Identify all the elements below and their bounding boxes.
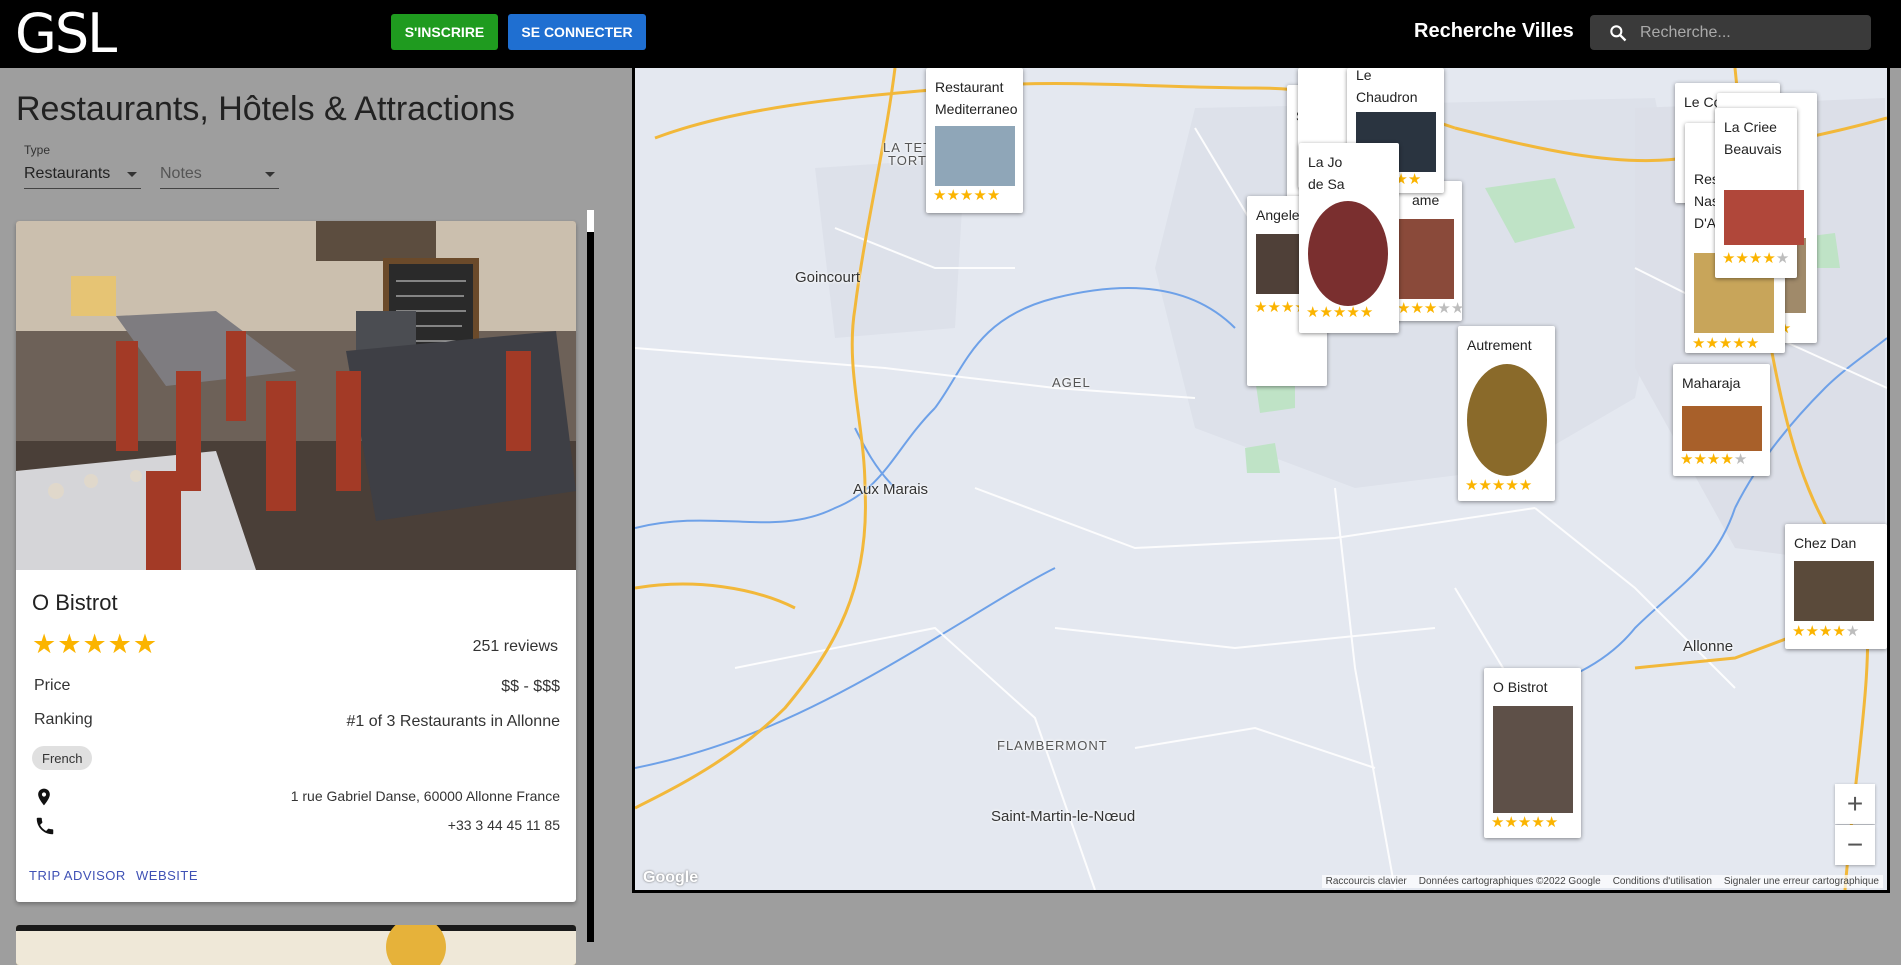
map-place-label: Aux Marais <box>853 481 929 498</box>
tripadvisor-link[interactable]: TRIP ADVISOR <box>29 868 126 883</box>
star-icon: ★ <box>57 629 83 659</box>
type-select[interactable]: Restaurants <box>24 160 141 189</box>
map-attribution: Raccourcis clavier Données cartographiqu… <box>1321 875 1883 888</box>
map-place-label: TORT <box>888 153 927 168</box>
zoom-out-button[interactable]: − <box>1835 825 1875 865</box>
map-place-label: Saint-Martin-le-Nœud <box>991 808 1136 825</box>
website-link[interactable]: WEBSITE <box>136 868 198 883</box>
review-count: 251 reviews <box>472 638 558 655</box>
star-icon: ★ <box>107 629 133 659</box>
marker-name: Chez Dan <box>1794 535 1857 551</box>
marker-name: Chaudron <box>1356 89 1418 105</box>
marker-name: de Sa <box>1308 176 1345 192</box>
zoom-in-button[interactable]: + <box>1835 784 1875 824</box>
marker-name: Angele <box>1256 207 1300 223</box>
restaurant-name: O Bistrot <box>32 590 118 615</box>
marker-name: La Jo <box>1308 154 1343 170</box>
ranking-label: Ranking <box>34 711 93 728</box>
marker-name: Beauvais <box>1724 141 1782 157</box>
google-logo: Google <box>643 869 699 886</box>
report-error-link[interactable]: Signaler une erreur cartographique <box>1724 876 1879 887</box>
marker-name: Restaurant <box>935 79 1004 95</box>
dropdown-arrow-icon <box>127 172 137 177</box>
next-restaurant-card[interactable] <box>16 925 576 965</box>
map-marker-chez-dan[interactable]: Chez Dan ★ ★ ★ ★ ★ <box>1785 524 1887 649</box>
map-place-label: Goincourt <box>795 269 861 286</box>
marker-name: Le <box>1356 68 1372 83</box>
marker-name: La Criee <box>1724 119 1777 135</box>
map-marker-restaurant-mediterraneo[interactable]: Restaurant Mediterraneo ★ ★ ★ ★ ★ <box>926 68 1023 213</box>
dropdown-arrow-icon <box>265 172 275 177</box>
star-icon: ★ <box>82 629 108 659</box>
address-text: 1 rue Gabriel Danse, 60000 Allonne Franc… <box>290 788 560 804</box>
notes-select[interactable]: Notes <box>160 160 279 189</box>
signup-button[interactable]: S'INSCRIRE <box>391 14 498 50</box>
cuisine-chip: French <box>32 746 93 770</box>
map-place-label: FLAMBERMONT <box>997 738 1108 753</box>
scrollbar-thumb[interactable] <box>587 210 594 232</box>
login-button[interactable]: SE CONNECTER <box>508 14 646 50</box>
marker-name: D'A <box>1694 215 1717 231</box>
ranking-value: #1 of 3 Restaurants in Allonne <box>346 713 560 730</box>
marker-name: Maharaja <box>1682 375 1741 391</box>
map-marker-ame[interactable]: ame ★ ★ ★ ★ ★ <box>1390 181 1464 321</box>
map-marker-la-jo[interactable]: La Jo de Sa ★ ★ ★ ★ ★ <box>1299 143 1399 333</box>
restaurant-card[interactable]: O Bistrot ★ ★ ★ ★ ★ 251 reviews Price $$… <box>16 221 576 902</box>
search-icon <box>1610 25 1627 42</box>
keyboard-shortcuts-link[interactable]: Raccourcis clavier <box>1326 876 1407 887</box>
map-marker-maharaja[interactable]: Maharaja ★ ★ ★ ★ ★ <box>1673 364 1770 476</box>
search-input[interactable] <box>1638 21 1862 45</box>
star-icon: ★ <box>132 629 159 659</box>
type-label: Type <box>24 143 51 157</box>
page-title: Restaurants, Hôtels & Attractions <box>16 90 515 128</box>
map-marker-autrement[interactable]: Autrement ★ ★ ★ ★ ★ <box>1458 326 1555 501</box>
app-logo[interactable]: GSL <box>15 2 117 65</box>
map-place-label: AGEL <box>1052 375 1091 390</box>
city-search-box[interactable] <box>1590 15 1871 50</box>
phone-text: +33 3 44 45 11 85 <box>447 817 560 833</box>
top-bar: GSL S'INSCRIRE SE CONNECTER Recherche Vi… <box>0 0 1901 68</box>
location-pin-icon <box>38 788 50 806</box>
price-label: Price <box>34 677 71 694</box>
rating-stars: ★ ★ ★ ★ ★ <box>32 629 158 660</box>
city-search-title: Recherche Villes <box>1414 20 1574 42</box>
map-view[interactable]: Goincourt Aux Marais FLAMBERMONT Saint-M… <box>632 68 1890 893</box>
map-marker-o-bistrot[interactable]: O Bistrot ★ ★ ★ ★ ★ <box>1484 668 1581 838</box>
star-icon: ★ <box>32 629 58 659</box>
phone-icon <box>36 817 54 835</box>
map-place-label: Allonne <box>1683 638 1734 655</box>
marker-name: Autrement <box>1467 337 1532 353</box>
notes-select-placeholder: Notes <box>160 165 202 182</box>
terms-link[interactable]: Conditions d'utilisation <box>1613 876 1712 887</box>
price-value: $$ - $$$ <box>501 678 560 695</box>
type-select-value: Restaurants <box>24 165 111 182</box>
marker-name: Mediterraneo <box>935 101 1018 117</box>
restaurant-photo <box>16 221 576 570</box>
list-scrollbar[interactable] <box>587 210 594 942</box>
map-marker-la-criee[interactable]: La Criee Beauvais ★ ★ ★ ★ ★ <box>1715 108 1804 278</box>
marker-name: O Bistrot <box>1493 679 1548 695</box>
map-data-text: Données cartographiques ©2022 Google <box>1418 876 1601 887</box>
